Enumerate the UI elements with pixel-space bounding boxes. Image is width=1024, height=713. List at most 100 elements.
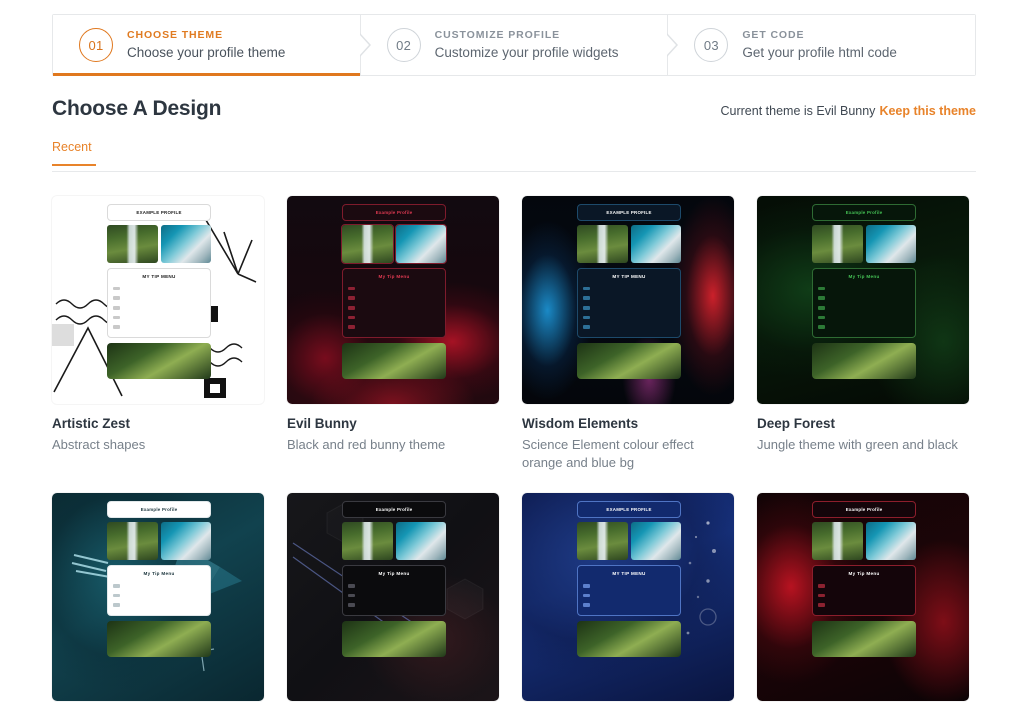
theme-card[interactable]: EXAMPLE PROFILE MY TIP MENU Artistic Zes… xyxy=(52,196,264,471)
mock-tip-row xyxy=(582,600,676,610)
mock-image-waterfall xyxy=(577,522,627,560)
theme-card[interactable]: Example Profile My Tip Menu Evil Bunny B… xyxy=(287,196,499,471)
mock-tip-menu-title: My Tip Menu xyxy=(347,274,441,279)
mock-tip-menu-title: My Tip Menu xyxy=(347,571,441,576)
tab-recent[interactable]: Recent xyxy=(52,140,96,166)
mock-tip-menu: MY TIP MENU xyxy=(577,268,681,338)
mock-chip xyxy=(818,296,825,300)
mock-footer-image xyxy=(342,621,446,657)
mock-chip xyxy=(113,325,120,329)
step-1-number: 01 xyxy=(79,28,113,62)
theme-card[interactable]: EXAMPLE PROFILE MY TIP MENU xyxy=(522,493,734,713)
theme-description: Black and red bunny theme xyxy=(287,436,499,454)
mock-profile-title: Example Profile xyxy=(342,501,446,518)
mock-chip xyxy=(818,306,825,310)
theme-description: Abstract shapes xyxy=(52,436,264,454)
current-theme-text: Current theme is Evil Bunny xyxy=(721,104,876,118)
mock-chip xyxy=(818,316,825,320)
mock-chip xyxy=(818,584,825,588)
mock-tip-row xyxy=(582,283,676,293)
theme-name: Wisdom Elements xyxy=(522,416,734,431)
step-2-title: CUSTOMIZE PROFILE xyxy=(435,29,619,42)
mock-chip xyxy=(113,306,120,310)
mock-footer-image xyxy=(577,621,681,657)
mock-tip-menu: My Tip Menu xyxy=(812,268,916,338)
step-1-active-underline xyxy=(53,73,360,76)
mock-image-ocean xyxy=(866,225,916,263)
mock-chip xyxy=(113,603,120,607)
mock-profile-title: Example Profile xyxy=(812,204,916,221)
mock-image-ocean xyxy=(631,225,681,263)
mock-tip-menu-title: MY TIP MENU xyxy=(112,274,206,279)
mock-image-pair xyxy=(577,225,681,263)
theme-thumbnail-row2-2[interactable]: Example Profile My Tip Menu xyxy=(287,493,499,701)
theme-thumbnail-row2-4[interactable]: Example Profile My Tip Menu xyxy=(757,493,969,701)
mock-image-waterfall xyxy=(577,225,627,263)
mock-tip-row xyxy=(112,580,206,590)
theme-preview-mock: Example Profile My Tip Menu xyxy=(342,501,446,657)
theme-card[interactable]: Example Profile My Tip Menu xyxy=(287,493,499,713)
mock-image-pair xyxy=(812,225,916,263)
theme-preview-mock: EXAMPLE PROFILE MY TIP MENU xyxy=(577,501,681,657)
theme-thumbnail-wisdom-elements[interactable]: EXAMPLE PROFILE MY TIP MENU xyxy=(522,196,734,404)
mock-chip xyxy=(583,603,590,607)
keep-this-theme-link[interactable]: Keep this theme xyxy=(879,104,976,118)
mock-tip-menu-title: My Tip Menu xyxy=(817,274,911,279)
mock-chip xyxy=(583,287,590,291)
mock-profile-title: Example Profile xyxy=(812,501,916,518)
wizard-step-2[interactable]: 02 CUSTOMIZE PROFILE Customize your prof… xyxy=(360,15,668,75)
mock-image-ocean xyxy=(631,522,681,560)
mock-image-waterfall xyxy=(342,225,392,263)
mock-profile-title: Example Profile xyxy=(342,204,446,221)
wizard-stepbar: 01 CHOOSE THEME Choose your profile them… xyxy=(52,14,976,76)
wizard-step-3[interactable]: 03 GET CODE Get your profile html code xyxy=(667,15,975,75)
theme-preview-mock: Example Profile My Tip Menu xyxy=(342,204,446,379)
theme-thumbnail-deep-forest[interactable]: Example Profile My Tip Menu xyxy=(757,196,969,404)
step-2-number: 02 xyxy=(387,28,421,62)
mock-chip xyxy=(113,287,120,291)
mock-tip-row xyxy=(817,580,911,590)
theme-thumbnail-row2-1[interactable]: Example Profile My Tip Menu xyxy=(52,493,264,701)
mock-chip xyxy=(583,584,590,588)
mock-image-pair xyxy=(812,522,916,560)
theme-card[interactable]: EXAMPLE PROFILE MY TIP MENU Wisdom Eleme… xyxy=(522,196,734,471)
theme-card[interactable]: Example Profile My Tip Menu xyxy=(52,493,264,713)
mock-chip xyxy=(348,316,355,320)
mock-tip-menu-title: My Tip Menu xyxy=(817,571,911,576)
theme-thumbnail-row2-3[interactable]: EXAMPLE PROFILE MY TIP MENU xyxy=(522,493,734,701)
mock-tip-row xyxy=(347,283,441,293)
step-1-subtitle: Choose your profile theme xyxy=(127,45,285,62)
mock-chip xyxy=(583,306,590,310)
mock-chip xyxy=(348,584,355,588)
mock-image-ocean xyxy=(161,522,211,560)
mock-image-waterfall xyxy=(342,522,392,560)
mock-tip-menu: MY TIP MENU xyxy=(107,268,211,338)
theme-grid: EXAMPLE PROFILE MY TIP MENU Artistic Zes… xyxy=(52,196,984,713)
current-theme-status: Current theme is Evil BunnyKeep this the… xyxy=(721,104,977,118)
theme-thumbnail-artistic-zest[interactable]: EXAMPLE PROFILE MY TIP MENU xyxy=(52,196,264,404)
theme-preview-mock: Example Profile My Tip Menu xyxy=(812,204,916,379)
theme-description: Jungle theme with green and black xyxy=(757,436,969,454)
theme-card[interactable]: Example Profile My Tip Menu Deep Forest … xyxy=(757,196,969,471)
mock-tip-menu: My Tip Menu xyxy=(812,565,916,616)
mock-footer-image xyxy=(812,621,916,657)
mock-chip xyxy=(583,325,590,329)
mock-profile-title: Example Profile xyxy=(107,501,211,518)
mock-footer-image xyxy=(107,621,211,657)
theme-preview-mock: Example Profile My Tip Menu xyxy=(107,501,211,657)
wizard-step-1[interactable]: 01 CHOOSE THEME Choose your profile them… xyxy=(53,15,360,75)
mock-tip-menu-title: MY TIP MENU xyxy=(582,274,676,279)
mock-tip-row xyxy=(817,293,911,303)
theme-thumbnail-evil-bunny[interactable]: Example Profile My Tip Menu xyxy=(287,196,499,404)
mock-image-ocean xyxy=(161,225,211,263)
mock-image-waterfall xyxy=(812,522,862,560)
mock-profile-title: EXAMPLE PROFILE xyxy=(577,501,681,518)
mock-image-waterfall xyxy=(107,225,157,263)
mock-chip xyxy=(348,306,355,310)
mock-tip-row xyxy=(582,293,676,303)
chevron-right-inner-icon xyxy=(666,34,676,56)
step-3-number: 03 xyxy=(694,28,728,62)
theme-card[interactable]: Example Profile My Tip Menu xyxy=(757,493,969,713)
theme-preview-mock: EXAMPLE PROFILE MY TIP MENU xyxy=(107,204,211,379)
mock-footer-image xyxy=(342,343,446,379)
